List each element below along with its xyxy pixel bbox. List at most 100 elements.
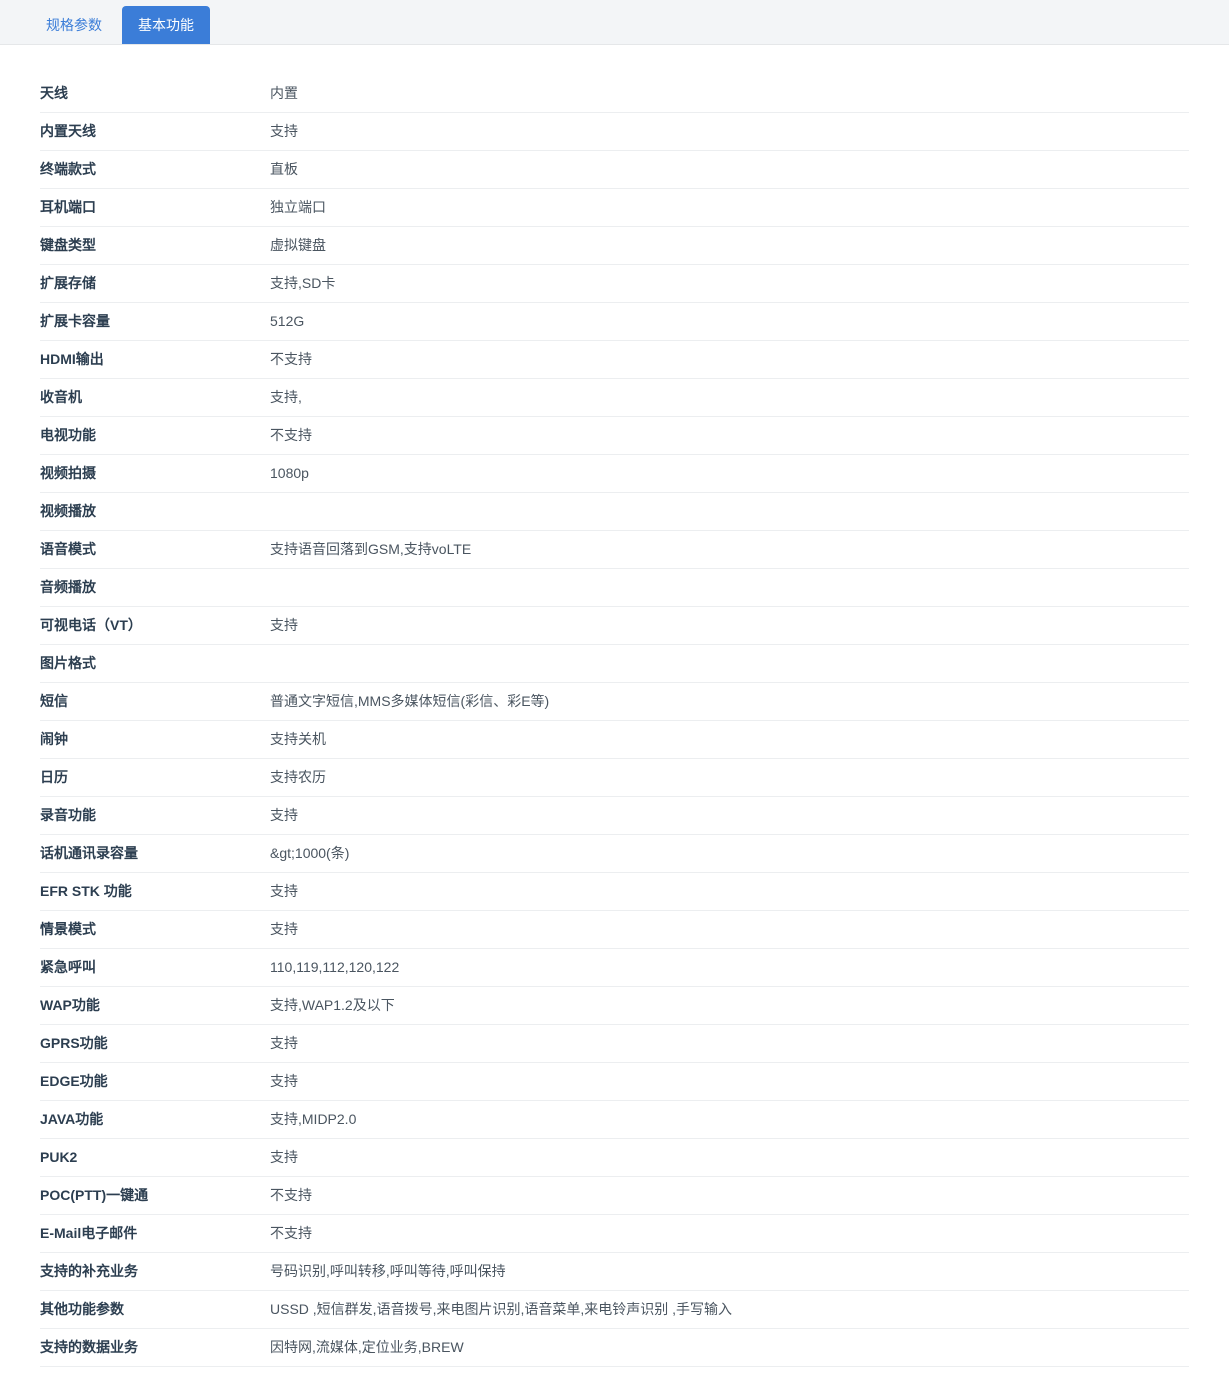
table-row: 视频播放 [40, 493, 1189, 531]
table-row: 扩展卡容量512G [40, 303, 1189, 341]
spec-value: 支持,SD卡 [270, 265, 1189, 303]
spec-label: 内置天线 [40, 113, 270, 151]
table-row: 终端款式直板 [40, 151, 1189, 189]
spec-value [270, 645, 1189, 683]
table-row: 图片格式 [40, 645, 1189, 683]
spec-label: GPRS功能 [40, 1025, 270, 1063]
spec-value: 支持 [270, 113, 1189, 151]
spec-label: 支持的数据业务 [40, 1329, 270, 1367]
spec-value: 支持 [270, 1025, 1189, 1063]
table-row: PUK2支持 [40, 1139, 1189, 1177]
table-row: 语音模式支持语音回落到GSM,支持voLTE [40, 531, 1189, 569]
spec-label: 紧急呼叫 [40, 949, 270, 987]
spec-label: 键盘类型 [40, 227, 270, 265]
table-row: WAP功能支持,WAP1.2及以下 [40, 987, 1189, 1025]
spec-label: 情景模式 [40, 911, 270, 949]
table-row: 天线内置 [40, 75, 1189, 113]
spec-value: 支持农历 [270, 759, 1189, 797]
spec-value: 独立端口 [270, 189, 1189, 227]
spec-label: EFR STK 功能 [40, 873, 270, 911]
spec-value: 不支持 [270, 341, 1189, 379]
table-row: E-Mail电子邮件不支持 [40, 1215, 1189, 1253]
spec-label: 扩展存储 [40, 265, 270, 303]
spec-value [270, 493, 1189, 531]
spec-value: 支持语音回落到GSM,支持voLTE [270, 531, 1189, 569]
spec-value: USSD ,短信群发,语音拨号,来电图片识别,语音菜单,来电铃声识别 ,手写输入 [270, 1291, 1189, 1329]
tab-basic-functions[interactable]: 基本功能 [122, 6, 210, 44]
spec-value: 支持 [270, 1139, 1189, 1177]
spec-value: 因特网,流媒体,定位业务,BREW [270, 1329, 1189, 1367]
spec-label: 其他功能参数 [40, 1291, 270, 1329]
spec-value: 支持 [270, 911, 1189, 949]
content-area: 天线内置内置天线支持终端款式直板耳机端口独立端口键盘类型虚拟键盘扩展存储支持,S… [0, 45, 1229, 1387]
spec-label: 短信 [40, 683, 270, 721]
table-row: JAVA功能支持,MIDP2.0 [40, 1101, 1189, 1139]
spec-label: 天线 [40, 75, 270, 113]
spec-value [270, 569, 1189, 607]
table-row: 音频播放 [40, 569, 1189, 607]
spec-value: 直板 [270, 151, 1189, 189]
spec-label: 支持的补充业务 [40, 1253, 270, 1291]
spec-label: JAVA功能 [40, 1101, 270, 1139]
table-row: 录音功能支持 [40, 797, 1189, 835]
spec-label: 音频播放 [40, 569, 270, 607]
table-row: 键盘类型虚拟键盘 [40, 227, 1189, 265]
spec-label: 电视功能 [40, 417, 270, 455]
table-row: 内置天线支持 [40, 113, 1189, 151]
table-row: 话机通讯录容量&gt;1000(条) [40, 835, 1189, 873]
spec-value: 支持 [270, 607, 1189, 645]
spec-label: EDGE功能 [40, 1063, 270, 1101]
spec-label: 可视电话（VT） [40, 607, 270, 645]
spec-label: 视频播放 [40, 493, 270, 531]
spec-value: 虚拟键盘 [270, 227, 1189, 265]
table-row: GPRS功能支持 [40, 1025, 1189, 1063]
spec-label: 语音模式 [40, 531, 270, 569]
spec-label: 日历 [40, 759, 270, 797]
tabs-bar: 规格参数 基本功能 [0, 0, 1229, 45]
table-row: HDMI输出不支持 [40, 341, 1189, 379]
spec-label: 收音机 [40, 379, 270, 417]
spec-label: 终端款式 [40, 151, 270, 189]
table-row: EDGE功能支持 [40, 1063, 1189, 1101]
spec-value: 不支持 [270, 1215, 1189, 1253]
spec-label: 扩展卡容量 [40, 303, 270, 341]
table-row: 收音机支持, [40, 379, 1189, 417]
spec-label: 录音功能 [40, 797, 270, 835]
spec-value: 普通文字短信,MMS多媒体短信(彩信、彩E等) [270, 683, 1189, 721]
spec-label: 话机通讯录容量 [40, 835, 270, 873]
table-row: 支持的补充业务号码识别,呼叫转移,呼叫等待,呼叫保持 [40, 1253, 1189, 1291]
spec-label: PUK2 [40, 1139, 270, 1177]
table-row: POC(PTT)一键通不支持 [40, 1177, 1189, 1215]
table-row: 可视电话（VT）支持 [40, 607, 1189, 645]
spec-value: 支持, [270, 379, 1189, 417]
spec-value: 支持 [270, 873, 1189, 911]
spec-label: E-Mail电子邮件 [40, 1215, 270, 1253]
spec-value: 号码识别,呼叫转移,呼叫等待,呼叫保持 [270, 1253, 1189, 1291]
table-row: 闹钟支持关机 [40, 721, 1189, 759]
table-row: EFR STK 功能支持 [40, 873, 1189, 911]
tab-specs[interactable]: 规格参数 [30, 6, 118, 44]
spec-label: POC(PTT)一键通 [40, 1177, 270, 1215]
spec-table: 天线内置内置天线支持终端款式直板耳机端口独立端口键盘类型虚拟键盘扩展存储支持,S… [40, 75, 1189, 1367]
spec-value: 支持关机 [270, 721, 1189, 759]
table-row: 短信普通文字短信,MMS多媒体短信(彩信、彩E等) [40, 683, 1189, 721]
table-row: 视频拍摄1080p [40, 455, 1189, 493]
spec-value: 内置 [270, 75, 1189, 113]
spec-label: 视频拍摄 [40, 455, 270, 493]
spec-value: 支持 [270, 797, 1189, 835]
table-row: 耳机端口独立端口 [40, 189, 1189, 227]
spec-value: 不支持 [270, 1177, 1189, 1215]
spec-label: 闹钟 [40, 721, 270, 759]
spec-value: &gt;1000(条) [270, 835, 1189, 873]
spec-label: 图片格式 [40, 645, 270, 683]
spec-value: 支持 [270, 1063, 1189, 1101]
spec-value: 110,119,112,120,122 [270, 949, 1189, 987]
spec-value: 支持,WAP1.2及以下 [270, 987, 1189, 1025]
spec-label: WAP功能 [40, 987, 270, 1025]
table-row: 电视功能不支持 [40, 417, 1189, 455]
table-row: 紧急呼叫110,119,112,120,122 [40, 949, 1189, 987]
table-row: 扩展存储支持,SD卡 [40, 265, 1189, 303]
spec-value: 1080p [270, 455, 1189, 493]
spec-value: 不支持 [270, 417, 1189, 455]
table-row: 情景模式支持 [40, 911, 1189, 949]
